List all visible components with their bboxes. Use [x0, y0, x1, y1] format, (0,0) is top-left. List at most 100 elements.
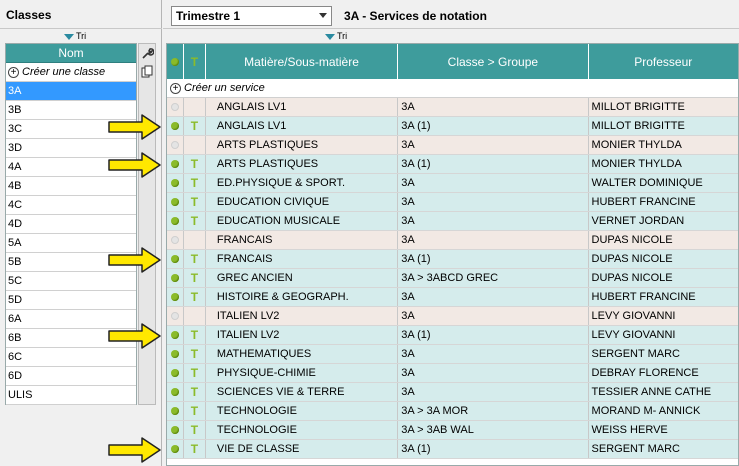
create-class-row[interactable]: + Créer une classe	[6, 63, 136, 82]
table-row[interactable]: ITALIEN LV2 3A LEVY GIOVANNI	[167, 307, 738, 326]
table-row[interactable]: T EDUCATION CIVIQUE 3A HUBERT FRANCINE	[167, 193, 738, 212]
classe-cell[interactable]: 3A	[398, 307, 589, 325]
classe-cell[interactable]: 3A (1)	[398, 155, 589, 173]
table-row[interactable]: T ARTS PLASTIQUES 3A (1) MONIER THYLDA	[167, 155, 738, 174]
professeur-cell[interactable]: MILLOT BRIGITTE	[589, 117, 738, 135]
status-cell[interactable]	[167, 364, 184, 382]
status-cell[interactable]	[167, 307, 184, 325]
table-row[interactable]: T MATHEMATIQUES 3A SERGENT MARC	[167, 345, 738, 364]
sort-indicator[interactable]: Tri	[64, 31, 86, 41]
status-cell[interactable]	[167, 231, 184, 249]
professeur-cell[interactable]: HUBERT FRANCINE	[589, 288, 738, 306]
type-cell[interactable]: T	[184, 212, 206, 230]
type-cell[interactable]: T	[184, 174, 206, 192]
class-item[interactable]: 4C	[6, 196, 136, 215]
type-cell[interactable]	[184, 98, 206, 116]
table-row[interactable]: T PHYSIQUE-CHIMIE 3A DEBRAY FLORENCE	[167, 364, 738, 383]
status-cell[interactable]	[167, 383, 184, 401]
professeur-cell[interactable]: SERGENT MARC	[589, 440, 738, 458]
table-row[interactable]: T TECHNOLOGIE 3A > 3AB WAL WEISS HERVE	[167, 421, 738, 440]
class-item[interactable]: 4D	[6, 215, 136, 234]
type-cell[interactable]	[184, 136, 206, 154]
professeur-cell[interactable]: WALTER DOMINIQUE	[589, 174, 738, 192]
matiere-cell[interactable]: ITALIEN LV2	[206, 326, 399, 344]
class-item[interactable]: 6D	[6, 367, 136, 386]
type-cell[interactable]: T	[184, 326, 206, 344]
professeur-cell[interactable]: MONIER THYLDA	[589, 155, 738, 173]
class-item[interactable]: 6C	[6, 348, 136, 367]
table-row[interactable]: ARTS PLASTIQUES 3A MONIER THYLDA	[167, 136, 738, 155]
class-item[interactable]: 3A	[6, 82, 136, 101]
sort-indicator[interactable]: Tri	[325, 31, 347, 41]
matiere-cell[interactable]: ARTS PLASTIQUES	[206, 136, 399, 154]
classe-cell[interactable]: 3A > 3AB WAL	[398, 421, 589, 439]
matiere-cell[interactable]: TECHNOLOGIE	[206, 421, 399, 439]
matiere-cell[interactable]: HISTOIRE & GEOGRAPH.	[206, 288, 399, 306]
status-cell[interactable]	[167, 421, 184, 439]
classe-cell[interactable]: 3A	[398, 98, 589, 116]
matiere-cell[interactable]: ARTS PLASTIQUES	[206, 155, 399, 173]
table-row[interactable]: T ED.PHYSIQUE & SPORT. 3A WALTER DOMINIQUE	[167, 174, 738, 193]
status-cell[interactable]	[167, 117, 184, 135]
table-row[interactable]: T EDUCATION MUSICALE 3A VERNET JORDAN	[167, 212, 738, 231]
classe-cell[interactable]: 3A (1)	[398, 250, 589, 268]
period-select[interactable]: Trimestre 1	[171, 6, 332, 26]
table-row[interactable]: T ANGLAIS LV1 3A (1) MILLOT BRIGITTE	[167, 117, 738, 136]
type-cell[interactable]: T	[184, 193, 206, 211]
matiere-cell[interactable]: EDUCATION MUSICALE	[206, 212, 399, 230]
classe-cell[interactable]: 3A > 3ABCD GREC	[398, 269, 589, 287]
type-cell[interactable]: T	[184, 364, 206, 382]
professeur-cell[interactable]: SERGENT MARC	[589, 345, 738, 363]
type-cell[interactable]: T	[184, 383, 206, 401]
type-cell[interactable]: T	[184, 155, 206, 173]
status-cell[interactable]	[167, 440, 184, 458]
type-cell[interactable]	[184, 231, 206, 249]
table-row[interactable]: T SCIENCES VIE & TERRE 3A TESSIER ANNE CATH…	[167, 383, 738, 402]
column-header-professeur[interactable]: Professeur	[589, 44, 738, 79]
classe-cell[interactable]: 3A	[398, 174, 589, 192]
classe-cell[interactable]: 3A	[398, 345, 589, 363]
column-header-status[interactable]	[167, 44, 184, 79]
table-row[interactable]: ANGLAIS LV1 3A MILLOT BRIGITTE	[167, 98, 738, 117]
professeur-cell[interactable]: MILLOT BRIGITTE	[589, 98, 738, 116]
professeur-cell[interactable]: VERNET JORDAN	[589, 212, 738, 230]
professeur-cell[interactable]: WEISS HERVE	[589, 421, 738, 439]
table-row[interactable]: T FRANCAIS 3A (1) DUPAS NICOLE	[167, 250, 738, 269]
status-cell[interactable]	[167, 193, 184, 211]
status-cell[interactable]	[167, 174, 184, 192]
professeur-cell[interactable]: DUPAS NICOLE	[589, 231, 738, 249]
matiere-cell[interactable]: ITALIEN LV2	[206, 307, 399, 325]
type-cell[interactable]: T	[184, 440, 206, 458]
matiere-cell[interactable]: ED.PHYSIQUE & SPORT.	[206, 174, 399, 192]
professeur-cell[interactable]: DEBRAY FLORENCE	[589, 364, 738, 382]
matiere-cell[interactable]: FRANCAIS	[206, 231, 399, 249]
professeur-cell[interactable]: TESSIER ANNE CATHE	[589, 383, 738, 401]
table-row[interactable]: FRANCAIS 3A DUPAS NICOLE	[167, 231, 738, 250]
column-header-classe[interactable]: Classe > Groupe	[398, 44, 589, 79]
classe-cell[interactable]: 3A (1)	[398, 117, 589, 135]
matiere-cell[interactable]: FRANCAIS	[206, 250, 399, 268]
classe-cell[interactable]: 3A (1)	[398, 326, 589, 344]
matiere-cell[interactable]: ANGLAIS LV1	[206, 117, 399, 135]
status-cell[interactable]	[167, 250, 184, 268]
professeur-cell[interactable]: LEVY GIOVANNI	[589, 326, 738, 344]
matiere-cell[interactable]: GREC ANCIEN	[206, 269, 399, 287]
status-cell[interactable]	[167, 402, 184, 420]
table-row[interactable]: T ITALIEN LV2 3A (1) LEVY GIOVANNI	[167, 326, 738, 345]
status-cell[interactable]	[167, 136, 184, 154]
classe-cell[interactable]: 3A	[398, 383, 589, 401]
table-row[interactable]: T HISTOIRE & GEOGRAPH. 3A HUBERT FRANCINE	[167, 288, 738, 307]
table-row[interactable]: T TECHNOLOGIE 3A > 3A MOR MORAND M- ANNICK	[167, 402, 738, 421]
professeur-cell[interactable]: HUBERT FRANCINE	[589, 193, 738, 211]
professeur-cell[interactable]: LEVY GIOVANNI	[589, 307, 738, 325]
column-header-matiere[interactable]: Matière/Sous-matière	[206, 44, 399, 79]
status-cell[interactable]	[167, 98, 184, 116]
create-service-row[interactable]: + Créer un service	[167, 79, 738, 98]
classe-cell[interactable]: 3A > 3A MOR	[398, 402, 589, 420]
classe-cell[interactable]: 3A	[398, 288, 589, 306]
classe-cell[interactable]: 3A	[398, 193, 589, 211]
status-cell[interactable]	[167, 212, 184, 230]
type-cell[interactable]: T	[184, 345, 206, 363]
type-cell[interactable]: T	[184, 288, 206, 306]
column-header-nom[interactable]: Nom	[6, 44, 136, 63]
